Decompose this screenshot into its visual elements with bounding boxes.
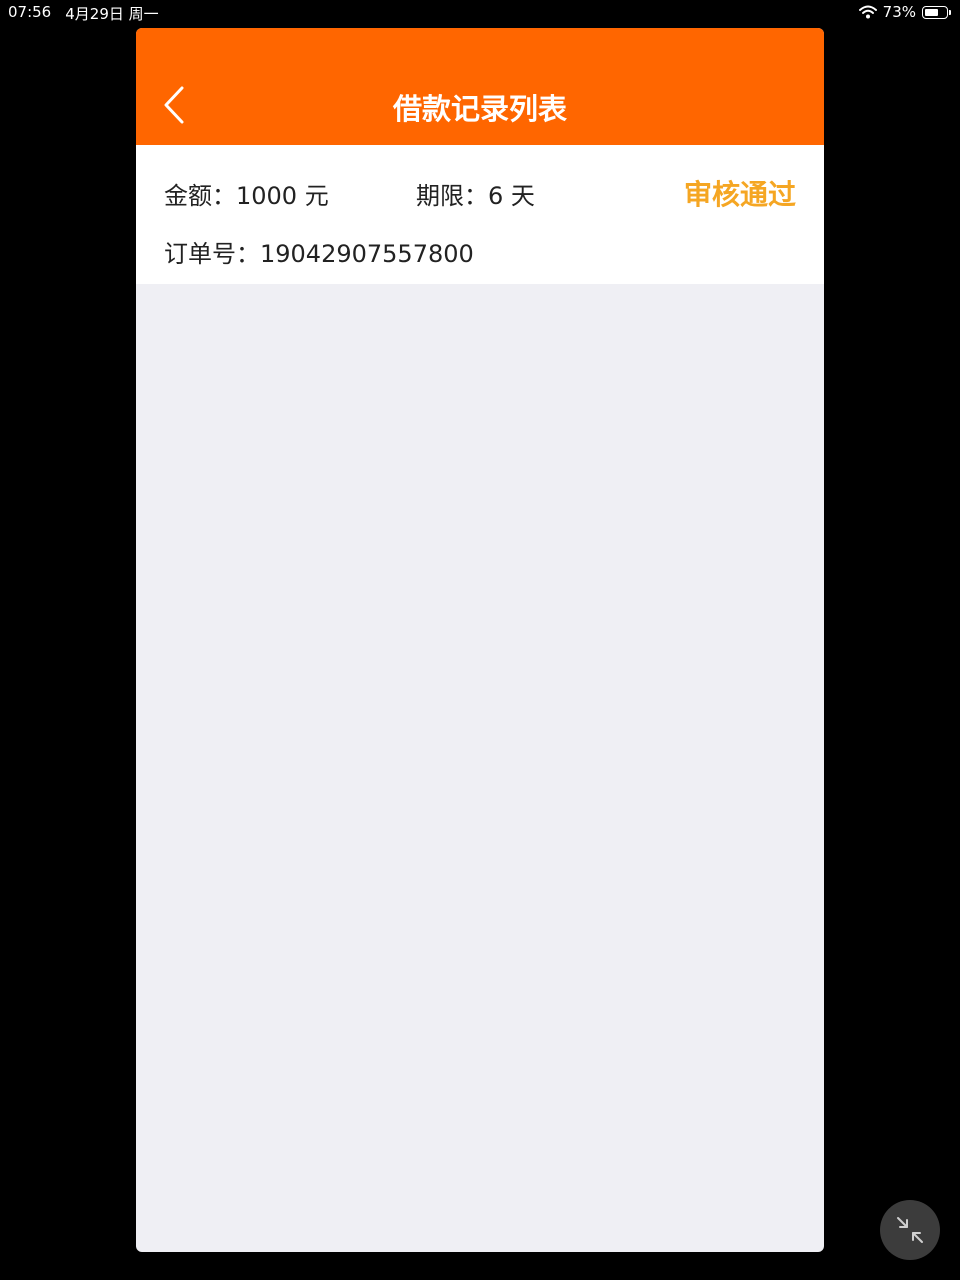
status-left: 07:56 4月29日 周一 [8,3,159,24]
term-label: 期限： [416,182,488,210]
status-bar: 07:56 4月29日 周一 73% [0,0,960,26]
amount: 金额：1000 元 [164,176,329,211]
page-title: 借款记录列表 [392,92,567,126]
battery-percentage: 73% [882,3,916,21]
floating-collapse-button[interactable] [880,1200,940,1260]
collapse-arrows-icon [897,1217,923,1243]
wifi-icon [858,5,877,19]
app-window: 借款记录列表 金额：1000 元 期限：6 天 审核通过 订单号：1904290… [136,28,824,1252]
battery-fill [925,8,939,16]
status-date: 4月29日 周一 [65,5,159,23]
order-value: 19042907557800 [260,240,474,268]
status-right: 73% [858,3,951,21]
amount-label: 金额： [164,182,236,210]
term-value: 6 天 [488,182,535,210]
term: 期限：6 天 [416,176,535,211]
nav-bar: 借款记录列表 [136,28,824,145]
amount-value: 1000 元 [236,182,329,210]
status-time: 07:56 [8,3,52,21]
battery-icon [922,5,951,19]
loan-record-item[interactable]: 金额：1000 元 期限：6 天 审核通过 订单号：19042907557800 [136,145,824,284]
order-number: 订单号：19042907557800 [164,234,474,269]
order-label: 订单号： [164,240,260,268]
status-badge: 审核通过 [683,178,796,211]
